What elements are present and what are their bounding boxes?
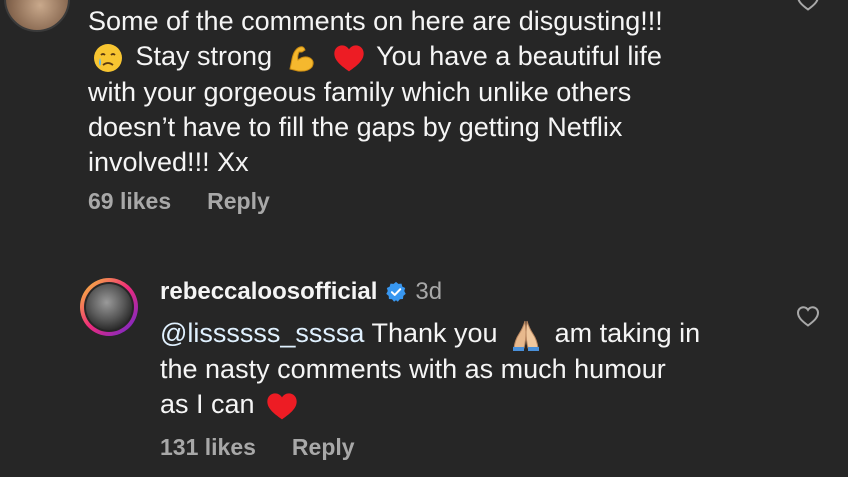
comment-line: involved!!! Xx (88, 146, 249, 177)
like-reply-button[interactable] (794, 302, 822, 330)
reply-header: rebeccaloosofficial 3d (160, 278, 442, 306)
comment-line: Some of the comments on here are disgust… (88, 6, 663, 36)
flexed-biceps-emoji (289, 46, 314, 72)
heart-outline-icon (796, 306, 820, 327)
red-heart-emoji (334, 45, 364, 72)
commenter-avatar[interactable] (4, 0, 70, 32)
comment-line: with your gorgeous family which unlike o… (88, 76, 632, 107)
username[interactable]: rebeccaloosofficial (160, 278, 377, 306)
heart-outline-icon (797, 0, 819, 11)
comment-line: Stay strong You have a beautiful life (88, 39, 788, 75)
thank-you-text: Thank you (371, 318, 498, 348)
reply-line: as I can (160, 387, 780, 422)
crying-face-emoji (94, 43, 122, 72)
reply-line: the nasty comments with as much humour (160, 353, 666, 384)
verified-badge-icon (386, 281, 407, 302)
comment-meta: 69 likes Reply (88, 188, 270, 215)
avatar-photo (86, 284, 132, 330)
reply-line: @lissssss_ssssa Thank you am taking in (160, 316, 780, 352)
as-i-can-text: as I can (160, 388, 255, 419)
beautiful-life-text: You have a beautiful life (376, 41, 662, 71)
mention-link[interactable]: @lissssss_ssssa (160, 318, 364, 348)
taking-in-text: am taking in (554, 318, 701, 348)
reply-meta: 131 likes Reply (160, 434, 355, 461)
reply-button[interactable]: Reply (292, 434, 355, 461)
reply-button[interactable]: Reply (207, 188, 270, 215)
avatar-ring-gap (84, 282, 134, 332)
comment-line: doesn’t have to fill the gaps by getting… (88, 111, 623, 142)
folded-hands-emoji (513, 320, 540, 351)
comments-screen: Some of the comments on here are disgust… (0, 0, 848, 477)
comment-timestamp: 3d (415, 278, 443, 305)
stay-strong-text: Stay strong (135, 41, 273, 71)
likes-count[interactable]: 131 likes (160, 434, 256, 461)
reply-body: @lissssss_ssssa Thank you am taking in t… (160, 316, 780, 422)
comment-body: Some of the comments on here are disgust… (88, 4, 788, 180)
like-comment-button[interactable] (794, 0, 822, 14)
red-heart-emoji (267, 393, 297, 420)
likes-count[interactable]: 69 likes (88, 188, 171, 215)
reply-author-avatar[interactable] (80, 278, 138, 336)
